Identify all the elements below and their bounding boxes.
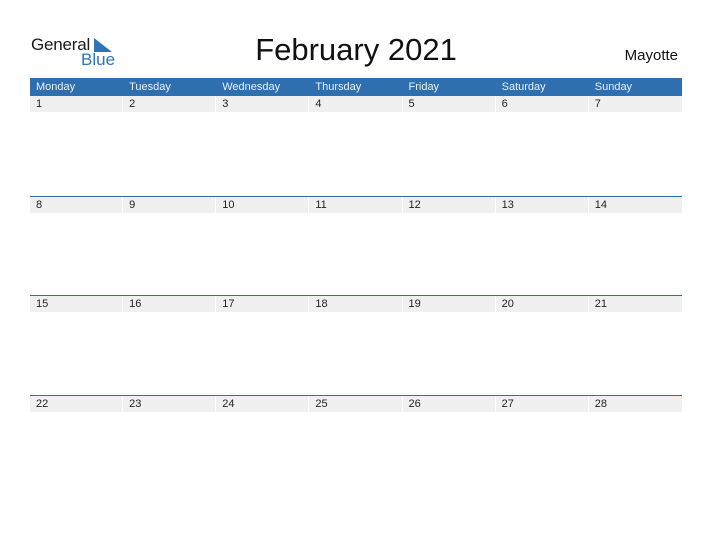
day-cell: 27 xyxy=(495,395,589,412)
day-cell: 2 xyxy=(123,96,217,112)
day-cell: 14 xyxy=(588,196,682,213)
weekday-monday: Monday xyxy=(36,81,76,93)
day-cell: 9 xyxy=(123,196,217,213)
day-cell: 11 xyxy=(309,196,403,213)
weekday-friday: Friday xyxy=(408,81,440,93)
week-row: 15 16 17 18 19 20 21 xyxy=(30,295,682,395)
day-cell: 21 xyxy=(588,296,682,312)
day-cell: 8 xyxy=(30,196,124,213)
weekday-wednesday: Wednesday xyxy=(222,81,281,93)
day-cell: 18 xyxy=(309,296,403,312)
day-cell: 6 xyxy=(495,96,589,112)
day-cell: 12 xyxy=(402,196,496,213)
day-cell: 28 xyxy=(588,395,682,412)
day-cell: 20 xyxy=(495,296,589,312)
country-label: Mayotte xyxy=(624,47,678,64)
day-cell: 13 xyxy=(495,196,589,213)
day-cell: 23 xyxy=(123,395,217,412)
day-cell: 24 xyxy=(216,395,310,412)
week-row: 1 2 3 4 5 6 7 xyxy=(30,96,682,196)
weekday-sunday: Sunday xyxy=(594,81,633,93)
week-row: 8 9 10 11 12 13 14 xyxy=(30,195,682,296)
day-cell: 4 xyxy=(309,96,403,112)
day-cell: 22 xyxy=(30,395,124,412)
day-cell: 16 xyxy=(123,296,217,312)
weekday-header: Monday Tuesday Wednesday Thursday Friday… xyxy=(30,78,682,96)
day-cell: 25 xyxy=(309,395,403,412)
week-row: 22 23 24 25 26 27 28 xyxy=(30,394,682,495)
day-cell: 10 xyxy=(216,196,310,213)
calendar-grid: Monday Tuesday Wednesday Thursday Friday… xyxy=(30,78,682,494)
calendar-title: February 2021 xyxy=(255,32,457,67)
weekday-tuesday: Tuesday xyxy=(129,81,171,93)
day-cell: 3 xyxy=(216,96,310,112)
day-cell: 5 xyxy=(402,96,496,112)
day-cell: 15 xyxy=(30,296,124,312)
weekday-saturday: Saturday xyxy=(501,81,546,93)
day-cell: 1 xyxy=(30,96,124,112)
day-cell: 26 xyxy=(402,395,496,412)
day-cell: 7 xyxy=(588,96,682,112)
day-cell: 19 xyxy=(402,296,496,312)
day-cell: 17 xyxy=(216,296,310,312)
weekday-thursday: Thursday xyxy=(315,81,362,93)
